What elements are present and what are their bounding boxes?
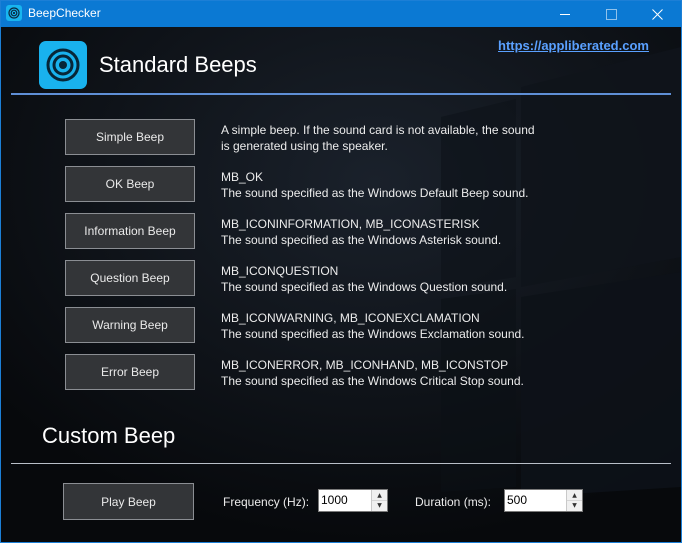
- error-beep-description: MB_ICONERROR, MB_ICONHAND, MB_ICONSTOP T…: [221, 357, 561, 389]
- frequency-stepper[interactable]: ▲ ▼: [318, 489, 388, 512]
- description-line: MB_ICONQUESTION: [221, 264, 339, 278]
- frequency-label: Frequency (Hz):: [223, 495, 310, 509]
- duration-label: Duration (ms):: [415, 495, 492, 509]
- ok-beep-button[interactable]: OK Beep: [65, 166, 195, 202]
- description-line: The sound specified as the Windows Criti…: [221, 374, 524, 388]
- play-beep-button[interactable]: Play Beep: [63, 483, 194, 520]
- description-line: MB_ICONWARNING, MB_ICONEXCLAMATION: [221, 311, 480, 325]
- description-line: A simple beep. If the sound card is not …: [221, 123, 535, 137]
- decrement-arrow-icon[interactable]: ▼: [372, 500, 387, 510]
- simple-beep-description: A simple beep. If the sound card is not …: [221, 122, 561, 154]
- information-beep-button[interactable]: Information Beep: [65, 213, 195, 249]
- main-content: Standard Beeps https://appliberated.com …: [1, 27, 681, 542]
- frequency-spin-buttons[interactable]: ▲ ▼: [371, 490, 387, 511]
- description-line: MB_OK: [221, 170, 264, 184]
- simple-beep-button[interactable]: Simple Beep: [65, 119, 195, 155]
- decrement-arrow-icon[interactable]: ▼: [567, 500, 582, 510]
- frequency-input[interactable]: [321, 492, 373, 508]
- custom-divider: [11, 463, 671, 464]
- close-button[interactable]: [634, 1, 680, 27]
- custom-beep-heading: Custom Beep: [42, 423, 176, 448]
- minimize-icon: [560, 13, 570, 15]
- app-window: BeepChecker Standard Beeps https://appli…: [0, 0, 682, 543]
- description-line: The sound specified as the Windows Excla…: [221, 327, 525, 341]
- app-speaker-icon: [6, 5, 22, 21]
- description-line: The sound specified as the Windows Aster…: [221, 233, 502, 247]
- close-icon: [651, 8, 663, 20]
- information-beep-description: MB_ICONINFORMATION, MB_ICONASTERISK The …: [221, 216, 561, 248]
- warning-beep-description: MB_ICONWARNING, MB_ICONEXCLAMATION The s…: [221, 310, 561, 342]
- duration-input[interactable]: [507, 492, 559, 508]
- description-line: The sound specified as the Windows Quest…: [221, 280, 508, 294]
- minimize-button[interactable]: [542, 1, 588, 27]
- question-beep-button[interactable]: Question Beep: [65, 260, 195, 296]
- error-beep-button[interactable]: Error Beep: [65, 354, 195, 390]
- window-title: BeepChecker: [28, 6, 101, 20]
- standard-beeps-heading: Standard Beeps: [99, 52, 257, 77]
- question-beep-description: MB_ICONQUESTION The sound specified as t…: [221, 263, 561, 295]
- header-divider: [11, 93, 671, 95]
- description-line: The sound specified as the Windows Defau…: [221, 186, 529, 200]
- description-line: is generated using the speaker.: [221, 139, 388, 153]
- app-logo-icon: [39, 41, 87, 89]
- duration-stepper[interactable]: ▲ ▼: [504, 489, 583, 512]
- website-link[interactable]: https://appliberated.com: [498, 38, 649, 53]
- title-bar[interactable]: BeepChecker: [1, 1, 681, 27]
- warning-beep-button[interactable]: Warning Beep: [65, 307, 195, 343]
- duration-spin-buttons[interactable]: ▲ ▼: [566, 490, 582, 511]
- maximize-icon: [605, 8, 617, 20]
- description-line: MB_ICONINFORMATION, MB_ICONASTERISK: [221, 217, 480, 231]
- maximize-button[interactable]: [588, 1, 634, 27]
- ok-beep-description: MB_OK The sound specified as the Windows…: [221, 169, 561, 201]
- description-line: MB_ICONERROR, MB_ICONHAND, MB_ICONSTOP: [221, 358, 509, 372]
